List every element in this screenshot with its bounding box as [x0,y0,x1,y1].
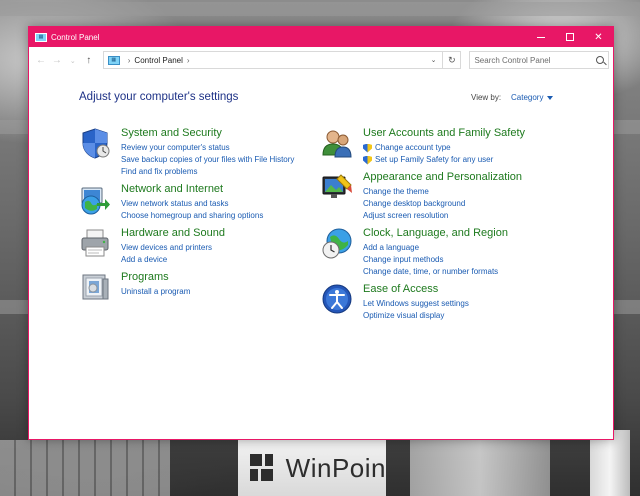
task-link[interactable]: Add a device [121,254,225,266]
printer-icon[interactable] [79,227,111,259]
winpoin-logo-icon [250,454,278,482]
control-panel-window: ▦ Control Panel ✕ ← → ⌄ ↑ ▦ › Control Pa… [28,26,614,440]
category-title[interactable]: Programs [121,271,190,284]
up-button[interactable]: ↑ [81,55,97,66]
task-link[interactable]: Optimize visual display [363,310,469,322]
maximize-icon [565,33,574,41]
title-bar[interactable]: ▦ Control Panel ✕ [29,27,613,47]
uac-shield-icon [363,143,372,153]
watermark-text: WinPoin [285,452,386,483]
category-title[interactable]: System and Security [121,127,294,140]
programs-icon[interactable] [79,271,111,303]
breadcrumb-control-panel[interactable]: Control Panel [134,56,182,65]
forward-arrow-icon: → [51,54,62,66]
search-input[interactable] [474,55,596,65]
page-title: Adjust your computer's settings [79,91,239,103]
dropdown-caret-icon[interactable] [547,95,554,100]
task-link[interactable]: Choose homegroup and sharing options [121,210,263,222]
control-panel-icon: ▦ [107,55,120,65]
clock-globe-icon[interactable] [321,227,353,259]
task-link[interactable]: Add a language [363,242,508,254]
watermark: WinPoin [238,440,386,496]
category-title[interactable]: Clock, Language, and Region [363,227,508,240]
minimize-button[interactable] [526,27,555,47]
task-link[interactable]: Set up Family Safety for any user [363,154,525,166]
task-link[interactable]: View devices and printers [121,242,225,254]
task-link[interactable]: Let Windows suggest settings [363,298,469,310]
category-title[interactable]: Hardware and Sound [121,227,225,240]
background-keyboard [0,440,170,496]
category-system-security: System and Security Review your computer… [79,127,294,178]
breadcrumb-separator-icon[interactable]: › [128,56,131,65]
refresh-button[interactable]: ↻ [442,52,460,68]
category-ease-of-access: Ease of Access Let Windows suggest setti… [321,283,469,322]
maximize-button[interactable] [555,27,584,47]
chevron-down-icon: ⌄ [69,57,76,65]
task-link[interactable]: Change desktop background [363,198,522,210]
task-link[interactable]: Change input methods [363,254,508,266]
back-arrow-icon: ← [35,54,46,66]
task-link-label[interactable]: Change account type [375,142,451,154]
category-user-accounts: User Accounts and Family Safety Change a… [321,127,525,166]
category-clock-language-region: Clock, Language, and Region Add a langua… [321,227,508,278]
users-icon[interactable] [321,127,353,159]
task-link[interactable]: Review your computer's status [121,142,294,154]
up-arrow-icon: ↑ [86,54,92,66]
search-icon[interactable] [595,56,604,64]
task-link[interactable]: Save backup copies of your files with Fi… [121,154,294,166]
task-link-label[interactable]: Set up Family Safety for any user [375,154,493,166]
close-icon: ✕ [594,31,603,43]
category-network-internet: Network and Internet View network status… [79,183,263,222]
category-title[interactable]: User Accounts and Family Safety [363,127,525,140]
minimize-icon [536,36,545,38]
ease-of-access-icon[interactable] [321,283,353,315]
task-link[interactable]: Change the theme [363,186,522,198]
address-dropdown-icon[interactable]: ⌄ [431,56,437,64]
category-title[interactable]: Appearance and Personalization [363,171,522,184]
address-bar[interactable]: ▦ › Control Panel › ⌄ ↻ [102,51,462,69]
search-box[interactable] [469,51,609,69]
category-title[interactable]: Ease of Access [363,283,469,296]
network-globe-icon[interactable] [79,183,111,215]
back-button[interactable]: ← [33,55,49,66]
shield-icon[interactable] [79,127,111,159]
uac-shield-icon [363,155,372,165]
category-hardware-sound: Hardware and Sound View devices and prin… [79,227,225,266]
navigation-bar: ← → ⌄ ↑ ▦ › Control Panel › ⌄ ↻ [29,47,613,73]
control-panel-icon: ▦ [35,32,47,42]
breadcrumb-separator-icon[interactable]: › [187,56,190,65]
view-by-dropdown[interactable]: Category [511,93,554,102]
category-appearance: Appearance and Personalization Change th… [321,171,522,222]
window-title: Control Panel [51,32,100,42]
task-link[interactable]: Uninstall a program [121,286,190,298]
task-link[interactable]: Adjust screen resolution [363,210,522,222]
forward-button[interactable]: → [49,55,65,66]
close-button[interactable]: ✕ [584,27,613,47]
category-title[interactable]: Network and Internet [121,183,263,196]
task-link[interactable]: View network status and tasks [121,198,263,210]
category-programs: Programs Uninstall a program [79,271,190,303]
view-by-value[interactable]: Category [511,93,543,102]
background-stripe [0,2,640,16]
view-by-label: View by: [471,93,502,102]
recent-locations-button[interactable]: ⌄ [65,55,81,66]
appearance-icon[interactable] [321,171,353,203]
task-link[interactable]: Change date, time, or number formats [363,266,508,278]
task-link[interactable]: Change account type [363,142,525,154]
task-link[interactable]: Find and fix problems [121,166,294,178]
refresh-icon: ↻ [448,55,456,65]
